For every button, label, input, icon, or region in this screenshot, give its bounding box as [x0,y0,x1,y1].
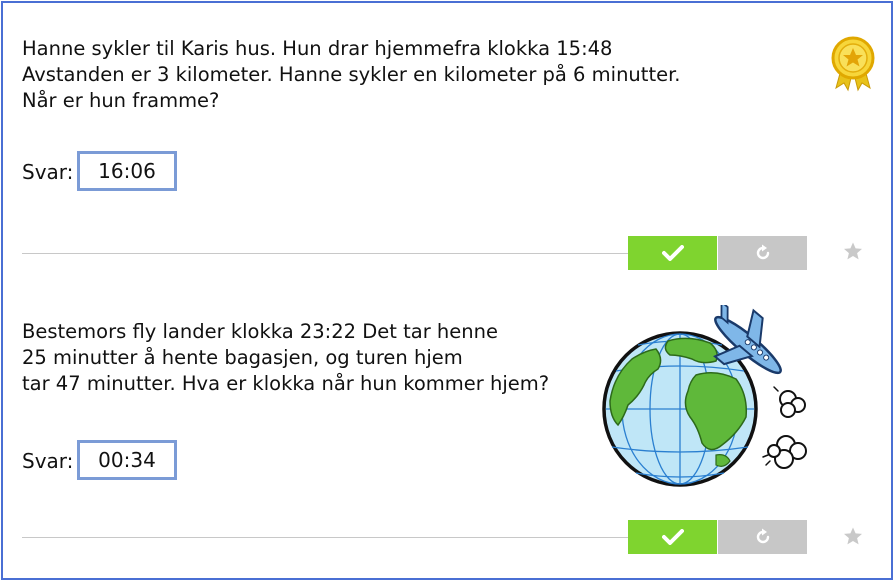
answer-2-label: Svar: [22,449,74,473]
check-answer-1-button[interactable] [628,236,717,270]
question-2-line: Bestemors fly lander klokka 23:22 Det ta… [22,320,498,343]
question-2-text: Bestemors fly lander klokka 23:22 Det ta… [22,319,549,397]
check-answer-2-button[interactable] [628,520,717,554]
question-1-line: Når er hun framme? [22,89,220,112]
checkmark-icon [661,529,684,545]
question-1-line: Hanne sykler til Karis hus. Hun drar hje… [22,37,613,60]
checkmark-icon [661,245,684,261]
answer-2-input[interactable] [77,440,177,480]
divider [22,253,628,254]
favorite-star-2-icon[interactable] [843,526,863,546]
answer-1-input[interactable] [77,151,177,191]
question-1-text: Hanne sykler til Karis hus. Hun drar hje… [22,36,681,114]
divider [22,537,628,538]
reset-answer-1-button[interactable] [718,236,807,270]
question-2-line: tar 47 minutter. Hva er klokka når hun k… [22,372,550,395]
globe-airplane-illustration [598,299,810,495]
favorite-star-1-icon[interactable] [843,241,863,261]
gold-medal-icon [828,36,878,92]
question-1-line: Avstanden er 3 kilometer. Hanne sykler e… [22,63,681,86]
answer-1-label: Svar: [22,160,74,184]
reset-icon [756,244,769,260]
reset-icon [756,528,769,544]
reset-answer-2-button[interactable] [718,520,807,554]
question-2-line: 25 minutter å hente bagasjen, og turen h… [22,346,463,369]
